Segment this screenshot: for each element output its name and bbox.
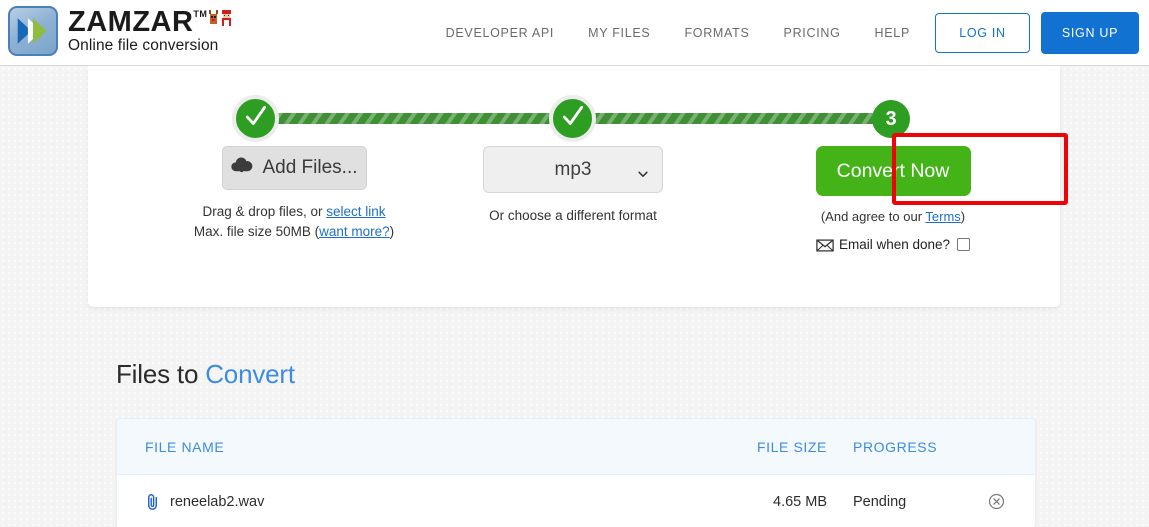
add-files-hint: Drag & drop files, or select link Max. f… [165,202,423,242]
format-caption: Or choose a different format [489,208,657,223]
email-when-done-checkbox[interactable] [957,238,971,251]
files-to-convert-title: Files to Convert [116,359,295,390]
step-1-complete [232,95,279,142]
step-1-column: Add Files... Drag & drop files, or selec… [165,146,423,242]
convert-now-button[interactable]: Convert Now [815,146,971,196]
files-title-accent: Convert [205,359,295,389]
select-link-link[interactable]: select link [326,204,385,219]
email-when-done-row: Email when done? [778,237,1008,252]
logo[interactable]: ZAMZAR TM Online file conversion [8,6,234,56]
column-header-progress: PROGRESS [853,438,938,455]
step-progress-bar: 3 [88,66,1060,146]
nav-item-developer-api[interactable]: DEVELOPER API [429,26,571,40]
check-icon [243,103,269,134]
format-select-value: mp3 [554,158,592,180]
nav-item-my-files[interactable]: MY FILES [571,26,667,40]
nav-item-pricing[interactable]: PRICING [767,26,858,40]
cloud-upload-icon [230,156,253,180]
add-files-button[interactable]: Add Files... [221,146,367,190]
check-icon [560,103,586,134]
step-3-column: Convert Now (And agree to our Terms) Ema… [778,133,1068,252]
file-size-value: 4.65 MB [773,493,827,510]
want-more-link[interactable]: want more? [319,224,390,239]
nav-item-help[interactable]: HELP [858,26,927,40]
nav-item-formats[interactable]: FORMATS [667,26,766,40]
email-when-done-label: Email when done? [838,237,951,252]
terms-prefix: (And agree to our [820,209,926,224]
max-size-text: Max. file size 50MB ( [193,224,320,239]
chevron-down-icon [637,164,649,177]
remove-circle-icon[interactable] [988,493,1005,510]
files-table: FILE NAME FILE SIZE PROGRESS reneelab2.w… [116,418,1036,527]
step-3-number: 3 [885,107,897,130]
add-files-label: Add Files... [262,157,358,178]
envelope-icon [816,238,834,252]
files-title-plain: Files to [116,359,206,389]
max-size-suffix: ) [389,224,395,239]
file-name-value: reneelab2.wav [170,493,265,510]
logo-tagline: Online file conversion [68,37,219,55]
table-row: reneelab2.wav 4.65 MB Pending [117,475,1035,527]
double-chevron-logo-icon [8,6,58,56]
column-header-file-size: FILE SIZE [757,438,827,455]
file-name-cell: reneelab2.wav [117,493,709,510]
step-3-current: 3 [872,100,910,138]
sign-up-button[interactable]: SIGN UP [1041,12,1139,54]
step-2-column: mp3 Or choose a different format [442,146,704,223]
drag-drop-text: Drag & drop files, or [202,204,327,219]
file-actions-cell [957,493,1035,510]
terms-notice: (And agree to our Terms) [778,209,1008,224]
holiday-characters-icon [208,8,234,28]
column-header-file-name: FILE NAME [145,438,225,455]
file-progress-value: Pending [853,493,907,510]
terms-link[interactable]: Terms [925,209,960,224]
logo-trademark: TM [193,9,208,20]
site-header: ZAMZAR TM Online file conversion DEVELOP… [0,0,1149,66]
logo-wordmark: ZAMZAR [68,6,194,39]
terms-suffix: ) [960,209,966,224]
step-2-complete [549,95,596,142]
main-navigation: DEVELOPER API MY FILES FORMATS PRICING H… [429,0,1139,66]
paperclip-icon [145,493,160,510]
conversion-card: 3 Add Files... Drag & drop files, or sel… [88,66,1068,307]
format-select[interactable]: mp3 [483,146,663,193]
files-table-header: FILE NAME FILE SIZE PROGRESS [117,419,1035,475]
log-in-button[interactable]: LOG IN [935,13,1030,53]
